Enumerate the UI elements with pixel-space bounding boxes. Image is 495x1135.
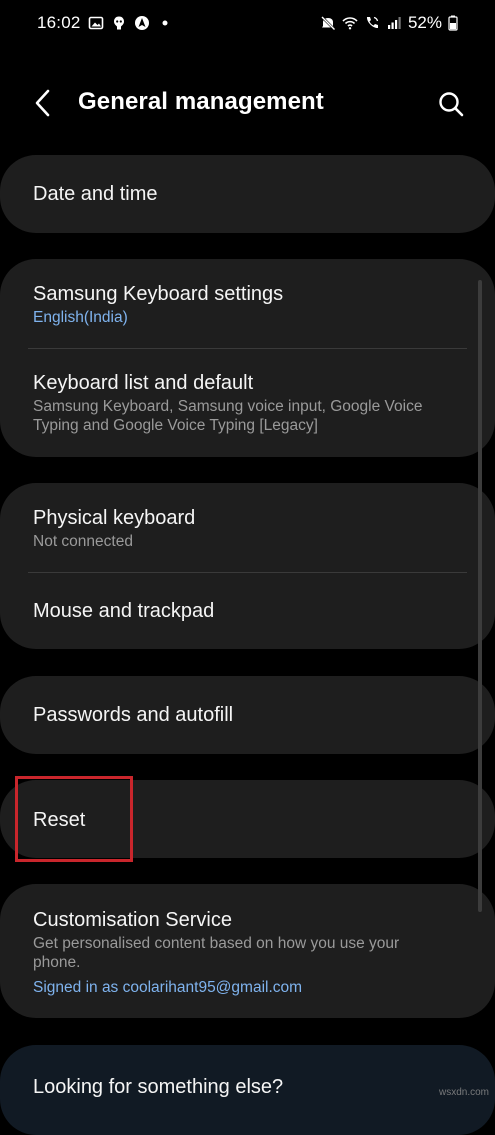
highlight-annotation xyxy=(15,776,133,862)
wifi-icon xyxy=(342,15,358,31)
item-title: Date and time xyxy=(33,183,158,205)
settings-group-customisation: Customisation Service Get personalised c… xyxy=(0,884,495,1018)
navigation-icon xyxy=(134,15,150,31)
settings-group-keyboard: Samsung Keyboard settings English(India)… xyxy=(0,259,495,457)
divider xyxy=(28,348,467,349)
item-subtitle-line1: Get personalised content based on how yo… xyxy=(33,935,400,952)
app-bar: General management xyxy=(0,72,495,136)
item-subtitle: English(India) xyxy=(33,309,128,326)
wifi-call-icon xyxy=(364,15,380,31)
item-title: Looking for something else? xyxy=(33,1076,284,1098)
settings-item-samsung-keyboard[interactable]: Samsung Keyboard settings English(India) xyxy=(33,282,465,327)
settings-item-keyboard-list[interactable]: Keyboard list and default Samsung Keyboa… xyxy=(33,371,465,435)
item-subtitle: Not connected xyxy=(33,533,133,550)
notification-icon xyxy=(111,15,127,31)
item-title: Mouse and trackpad xyxy=(33,600,215,622)
scrollbar[interactable] xyxy=(478,280,482,912)
page-title: General management xyxy=(78,88,324,115)
item-title: Physical keyboard xyxy=(33,507,196,529)
settings-item-mouse-trackpad[interactable]: Mouse and trackpad xyxy=(33,599,465,623)
item-subtitle-line1: Samsung Keyboard, Samsung voice input, G… xyxy=(33,398,423,415)
signal-icon xyxy=(386,15,402,31)
back-button[interactable] xyxy=(26,86,60,120)
item-title: Keyboard list and default xyxy=(33,372,254,394)
mute-icon xyxy=(320,15,336,31)
item-title: Customisation Service xyxy=(33,909,232,931)
item-title: Samsung Keyboard settings xyxy=(33,283,284,305)
settings-item-date-and-time[interactable]: Date and time xyxy=(33,182,465,206)
settings-item-passwords-autofill[interactable]: Passwords and autofill xyxy=(33,703,465,727)
status-bar: 16:02 52% xyxy=(0,0,495,46)
divider xyxy=(28,572,467,573)
battery-percent: 52% xyxy=(407,13,442,32)
search-icon xyxy=(439,92,464,117)
settings-group-suggestions: Looking for something else? xyxy=(0,1045,495,1135)
settings-group-input-devices: Physical keyboard Not connected Mouse an… xyxy=(0,483,495,649)
settings-group-passwords: Passwords and autofill xyxy=(0,676,495,754)
settings-item-customisation-service[interactable]: Customisation Service Get personalised c… xyxy=(33,908,465,997)
item-subtitle-line2: phone. xyxy=(33,954,81,971)
status-time: 16:02 xyxy=(37,13,81,32)
status-left: 16:02 xyxy=(37,13,173,33)
battery-icon xyxy=(448,15,458,31)
watermark: wsxdn.com xyxy=(438,1087,489,1098)
item-title: Passwords and autofill xyxy=(33,704,234,726)
item-account: Signed in as coolarihant95@gmail.com xyxy=(33,979,303,996)
dot-icon xyxy=(157,15,173,31)
settings-item-looking-for-else[interactable]: Looking for something else? xyxy=(33,1075,465,1099)
settings-item-physical-keyboard[interactable]: Physical keyboard Not connected xyxy=(33,506,465,551)
chevron-left-icon xyxy=(35,89,50,117)
settings-group-date: Date and time xyxy=(0,155,495,233)
item-subtitle-line2: Typing and Google Voice Typing [Legacy] xyxy=(33,417,318,434)
status-right: 52% xyxy=(320,13,458,33)
gallery-icon xyxy=(88,15,104,31)
search-button[interactable] xyxy=(433,86,469,122)
